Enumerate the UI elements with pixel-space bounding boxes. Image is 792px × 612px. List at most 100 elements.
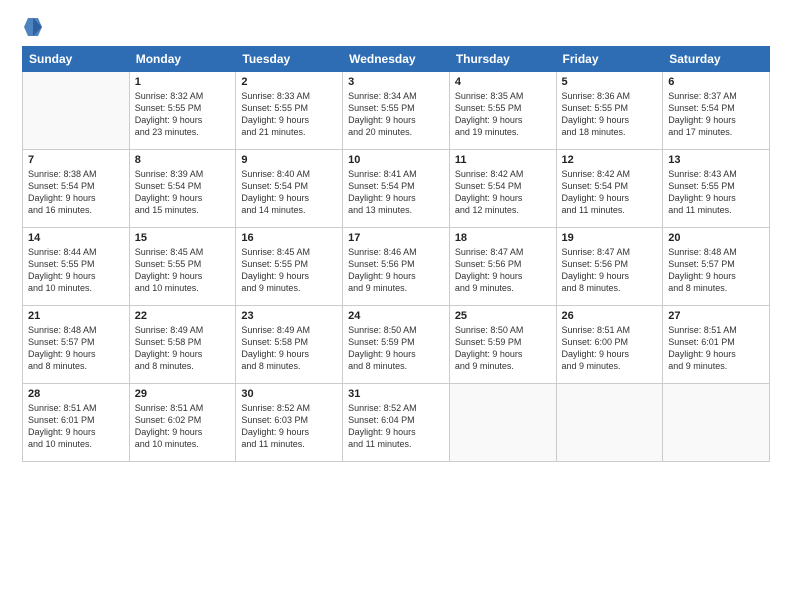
day-info: Sunrise: 8:43 AM Sunset: 5:55 PM Dayligh… [668, 168, 764, 217]
calendar-cell: 23Sunrise: 8:49 AM Sunset: 5:58 PM Dayli… [236, 306, 343, 384]
day-info: Sunrise: 8:50 AM Sunset: 5:59 PM Dayligh… [455, 324, 551, 373]
day-number: 29 [135, 388, 231, 400]
day-number: 19 [562, 232, 658, 244]
calendar-cell: 7 Sunrise: 8:38 AM Sunset: 5:54 PM Daylig… [23, 150, 130, 228]
calendar-cell: 26 Sunrise: 8:51 AM Sunset: 6:00 PM Dayli… [556, 306, 663, 384]
calendar-week-4: 21 Sunrise: 8:48 AM Sunset: 5:57 PM Dayli… [23, 306, 770, 384]
calendar-cell [556, 384, 663, 462]
day-number: 14 [28, 232, 124, 244]
day-info: Sunrise: 8:37 AM Sunset: 5:54 PM Dayligh… [668, 90, 764, 139]
calendar-cell: 16 Sunrise: 8:45 AM Sunset: 5:55 PM Dayli… [236, 228, 343, 306]
day-number: 27 [668, 310, 764, 322]
day-number: 16 [241, 232, 337, 244]
day-info: Sunrise: 8:42 AM Sunset: 5:54 PM Dayligh… [562, 168, 658, 217]
day-number: 4 [455, 76, 551, 88]
day-info: Sunrise: 8:34 AM Sunset: 5:55 PM Dayligh… [348, 90, 444, 139]
calendar-cell: 25 Sunrise: 8:50 AM Sunset: 5:59 PM Dayli… [449, 306, 556, 384]
calendar-cell: 21 Sunrise: 8:48 AM Sunset: 5:57 PM Dayli… [23, 306, 130, 384]
day-info: Sunrise: 8:51 AM Sunset: 6:02 PM Dayligh… [135, 402, 231, 451]
calendar-week-3: 14 Sunrise: 8:44 AM Sunset: 5:55 PM Dayli… [23, 228, 770, 306]
day-number: 2 [241, 76, 337, 88]
calendar-cell [23, 72, 130, 150]
day-number: 10 [348, 154, 444, 166]
day-info: Sunrise: 8:35 AM Sunset: 5:55 PM Dayligh… [455, 90, 551, 139]
day-number: 23 [241, 310, 337, 322]
day-info: Sunrise: 8:44 AM Sunset: 5:55 PM Dayligh… [28, 246, 124, 295]
day-info: Sunrise: 8:41 AM Sunset: 5:54 PM Dayligh… [348, 168, 444, 217]
weekday-header-wednesday: Wednesday [343, 47, 450, 72]
weekday-header-tuesday: Tuesday [236, 47, 343, 72]
day-info: Sunrise: 8:49 AM Sunset: 5:58 PM Dayligh… [135, 324, 231, 373]
day-info: Sunrise: 8:38 AM Sunset: 5:54 PM Dayligh… [28, 168, 124, 217]
header [22, 18, 770, 40]
weekday-header-thursday: Thursday [449, 47, 556, 72]
day-number: 25 [455, 310, 551, 322]
calendar-cell: 30Sunrise: 8:52 AM Sunset: 6:03 PM Dayli… [236, 384, 343, 462]
day-info: Sunrise: 8:42 AM Sunset: 5:54 PM Dayligh… [455, 168, 551, 217]
calendar: SundayMondayTuesdayWednesdayThursdayFrid… [22, 46, 770, 462]
calendar-cell: 17Sunrise: 8:46 AM Sunset: 5:56 PM Dayli… [343, 228, 450, 306]
calendar-cell: 13Sunrise: 8:43 AM Sunset: 5:55 PM Dayli… [663, 150, 770, 228]
day-info: Sunrise: 8:47 AM Sunset: 5:56 PM Dayligh… [562, 246, 658, 295]
day-info: Sunrise: 8:45 AM Sunset: 5:55 PM Dayligh… [135, 246, 231, 295]
calendar-cell: 20 Sunrise: 8:48 AM Sunset: 5:57 PM Dayli… [663, 228, 770, 306]
calendar-week-1: 1 Sunrise: 8:32 AM Sunset: 5:55 PM Daylig… [23, 72, 770, 150]
day-number: 22 [135, 310, 231, 322]
weekday-header-monday: Monday [129, 47, 236, 72]
day-number: 12 [562, 154, 658, 166]
day-number: 9 [241, 154, 337, 166]
calendar-cell: 15 Sunrise: 8:45 AM Sunset: 5:55 PM Dayli… [129, 228, 236, 306]
day-info: Sunrise: 8:46 AM Sunset: 5:56 PM Dayligh… [348, 246, 444, 295]
calendar-cell: 31 Sunrise: 8:52 AM Sunset: 6:04 PM Dayli… [343, 384, 450, 462]
day-info: Sunrise: 8:48 AM Sunset: 5:57 PM Dayligh… [668, 246, 764, 295]
day-number: 26 [562, 310, 658, 322]
calendar-cell: 3 Sunrise: 8:34 AM Sunset: 5:55 PM Daylig… [343, 72, 450, 150]
day-info: Sunrise: 8:40 AM Sunset: 5:54 PM Dayligh… [241, 168, 337, 217]
day-info: Sunrise: 8:33 AM Sunset: 5:55 PM Dayligh… [241, 90, 337, 139]
calendar-cell: 12 Sunrise: 8:42 AM Sunset: 5:54 PM Dayli… [556, 150, 663, 228]
day-number: 7 [28, 154, 124, 166]
day-number: 8 [135, 154, 231, 166]
logo-icon [24, 16, 42, 38]
day-number: 28 [28, 388, 124, 400]
calendar-cell: 18Sunrise: 8:47 AM Sunset: 5:56 PM Dayli… [449, 228, 556, 306]
day-number: 6 [668, 76, 764, 88]
calendar-cell [449, 384, 556, 462]
calendar-cell: 27 Sunrise: 8:51 AM Sunset: 6:01 PM Dayli… [663, 306, 770, 384]
calendar-cell: 9 Sunrise: 8:40 AM Sunset: 5:54 PM Daylig… [236, 150, 343, 228]
day-info: Sunrise: 8:51 AM Sunset: 6:01 PM Dayligh… [668, 324, 764, 373]
day-number: 5 [562, 76, 658, 88]
day-number: 1 [135, 76, 231, 88]
logo [22, 18, 42, 40]
day-number: 24 [348, 310, 444, 322]
day-number: 20 [668, 232, 764, 244]
day-number: 31 [348, 388, 444, 400]
calendar-cell [663, 384, 770, 462]
calendar-cell: 4 Sunrise: 8:35 AM Sunset: 5:55 PM Daylig… [449, 72, 556, 150]
weekday-header-saturday: Saturday [663, 47, 770, 72]
calendar-cell: 28 Sunrise: 8:51 AM Sunset: 6:01 PM Dayli… [23, 384, 130, 462]
calendar-week-2: 7 Sunrise: 8:38 AM Sunset: 5:54 PM Daylig… [23, 150, 770, 228]
day-number: 21 [28, 310, 124, 322]
calendar-cell: 8 Sunrise: 8:39 AM Sunset: 5:54 PM Daylig… [129, 150, 236, 228]
weekday-header-friday: Friday [556, 47, 663, 72]
day-info: Sunrise: 8:51 AM Sunset: 6:01 PM Dayligh… [28, 402, 124, 451]
weekday-header-sunday: Sunday [23, 47, 130, 72]
day-info: Sunrise: 8:47 AM Sunset: 5:56 PM Dayligh… [455, 246, 551, 295]
day-info: Sunrise: 8:51 AM Sunset: 6:00 PM Dayligh… [562, 324, 658, 373]
day-info: Sunrise: 8:45 AM Sunset: 5:55 PM Dayligh… [241, 246, 337, 295]
day-number: 3 [348, 76, 444, 88]
day-number: 30 [241, 388, 337, 400]
day-number: 15 [135, 232, 231, 244]
day-info: Sunrise: 8:52 AM Sunset: 6:04 PM Dayligh… [348, 402, 444, 451]
day-info: Sunrise: 8:32 AM Sunset: 5:55 PM Dayligh… [135, 90, 231, 139]
calendar-cell: 22 Sunrise: 8:49 AM Sunset: 5:58 PM Dayli… [129, 306, 236, 384]
calendar-cell: 19 Sunrise: 8:47 AM Sunset: 5:56 PM Dayli… [556, 228, 663, 306]
day-number: 11 [455, 154, 551, 166]
day-info: Sunrise: 8:39 AM Sunset: 5:54 PM Dayligh… [135, 168, 231, 217]
calendar-cell: 14 Sunrise: 8:44 AM Sunset: 5:55 PM Dayli… [23, 228, 130, 306]
calendar-week-5: 28 Sunrise: 8:51 AM Sunset: 6:01 PM Dayli… [23, 384, 770, 462]
weekday-header-row: SundayMondayTuesdayWednesdayThursdayFrid… [23, 47, 770, 72]
day-info: Sunrise: 8:48 AM Sunset: 5:57 PM Dayligh… [28, 324, 124, 373]
calendar-cell: 6 Sunrise: 8:37 AM Sunset: 5:54 PM Daylig… [663, 72, 770, 150]
